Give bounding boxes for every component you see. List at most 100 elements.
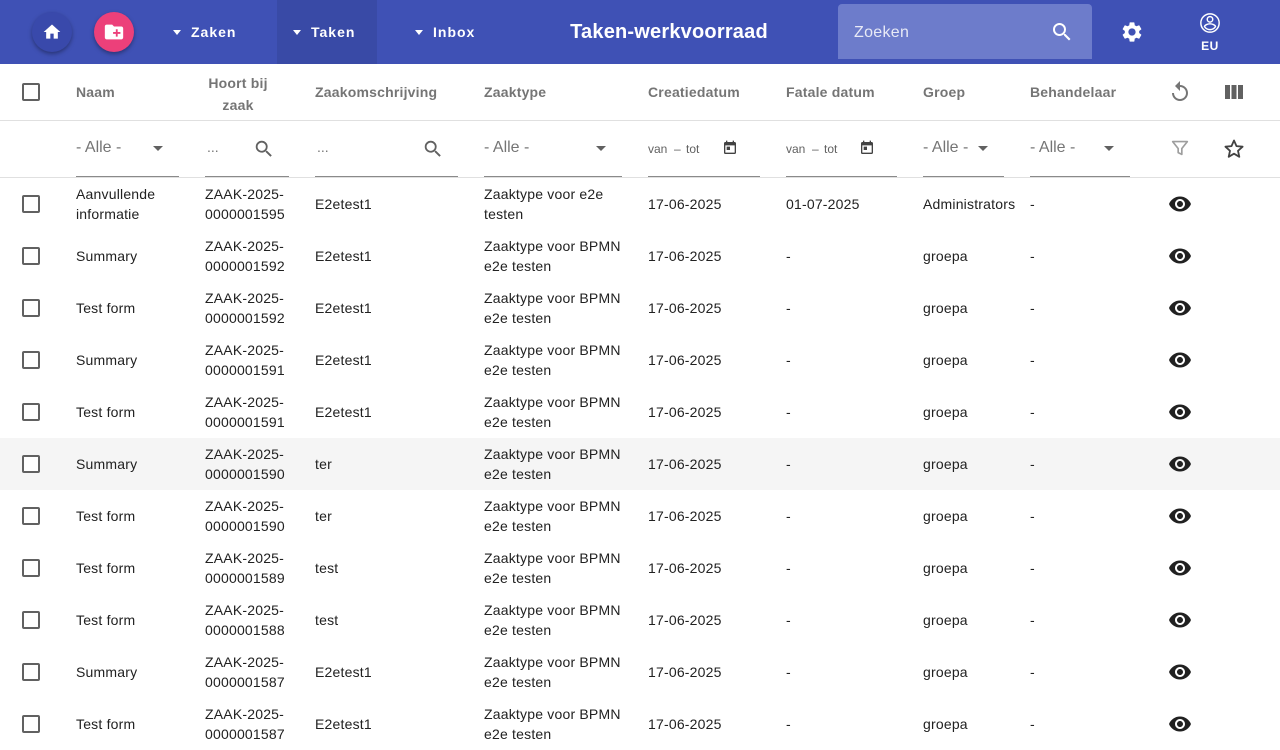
eye-icon[interactable] [1168, 192, 1192, 216]
filter-creatiedatum-range[interactable]: van – tot [648, 120, 760, 177]
column-header-creatiedatum[interactable]: Creatiedatum [648, 84, 740, 100]
filter-icon[interactable] [1169, 137, 1191, 159]
eye-icon[interactable] [1168, 712, 1192, 736]
column-header-behandelaar[interactable]: Behandelaar [1030, 84, 1116, 100]
cell-behandelaar: - [1030, 560, 1035, 576]
cell-line: Zaaktype voor BPMN [484, 654, 621, 670]
nav-menu-inbox[interactable]: Inbox [399, 0, 515, 64]
cell-line: 0000001590 [205, 466, 285, 482]
cell-naam: Test form [76, 558, 196, 578]
table-row[interactable]: Summary ZAAK-2025- 0000001592 E2etest1 Zaakt… [0, 230, 1280, 282]
cell-line: e2e testen [484, 310, 552, 326]
row-checkbox[interactable] [22, 663, 40, 681]
column-header-line: Hoort bij [208, 75, 268, 91]
cell-zaak[interactable]: ZAAK-2025- 0000001595 [205, 184, 285, 224]
filter-behandelaar-select[interactable]: - Alle - [1030, 120, 1130, 177]
cell-line: ZAAK-2025- [205, 550, 285, 566]
cell-zaak[interactable]: ZAAK-2025- 0000001587 [205, 704, 285, 744]
row-checkbox[interactable] [22, 455, 40, 473]
row-checkbox[interactable] [22, 299, 40, 317]
cell-line: e2e testen [484, 258, 552, 274]
nav-menu-taken[interactable]: Taken [277, 0, 377, 64]
column-header-naam[interactable]: Naam [76, 84, 115, 100]
reset-icon[interactable] [1168, 80, 1192, 104]
cell-line: Aanvullende [76, 186, 156, 202]
filter-omschrijving-input[interactable] [315, 138, 405, 156]
table-row[interactable]: Test form ZAAK-2025- 0000001588 test Zaaktyp… [0, 594, 1280, 646]
eye-icon[interactable] [1168, 452, 1192, 476]
cell-zaak[interactable]: ZAAK-2025- 0000001592 [205, 236, 285, 276]
column-header-zaaktype[interactable]: Zaaktype [484, 84, 546, 100]
caret-down-icon [173, 29, 181, 35]
table-row[interactable]: Test form ZAAK-2025- 0000001590 ter Zaaktype… [0, 490, 1280, 542]
select-all-checkbox[interactable] [22, 83, 40, 101]
cell-line: ZAAK-2025- [205, 498, 285, 514]
eye-icon[interactable] [1168, 296, 1192, 320]
row-checkbox[interactable] [22, 559, 40, 577]
eye-icon[interactable] [1168, 504, 1192, 528]
cell-zaak[interactable]: ZAAK-2025- 0000001588 [205, 600, 285, 640]
filter-row: - Alle - - Alle - van – tot van – tot - … [0, 120, 1280, 178]
cell-line: e2e testen [484, 674, 552, 690]
cell-zaak[interactable]: ZAAK-2025- 0000001591 [205, 392, 285, 432]
filter-groep-select[interactable]: - Alle - [923, 120, 1004, 177]
eye-icon[interactable] [1168, 660, 1192, 684]
table-row[interactable]: Test form ZAAK-2025- 0000001591 E2etest1 Zaa… [0, 386, 1280, 438]
cell-zaak[interactable]: ZAAK-2025- 0000001589 [205, 548, 285, 588]
row-checkbox[interactable] [22, 403, 40, 421]
eye-icon[interactable] [1168, 556, 1192, 580]
row-checkbox[interactable] [22, 195, 40, 213]
cell-zaak[interactable]: ZAAK-2025- 0000001590 [205, 444, 285, 484]
search-icon[interactable] [253, 138, 275, 160]
cell-zaak[interactable]: ZAAK-2025- 0000001590 [205, 496, 285, 536]
eye-icon[interactable] [1168, 348, 1192, 372]
new-case-button[interactable] [94, 12, 134, 52]
column-header-zaakomschrijving[interactable]: Zaakomschrijving [315, 84, 437, 100]
column-header-groep[interactable]: Groep [923, 84, 965, 100]
row-checkbox[interactable] [22, 611, 40, 629]
table-row[interactable]: Test form ZAAK-2025- 0000001592 E2etest1 Zaa… [0, 282, 1280, 334]
eye-icon[interactable] [1168, 244, 1192, 268]
table-row[interactable]: Summary ZAAK-2025- 0000001587 E2etest1 Zaakt… [0, 646, 1280, 698]
view-column-icon[interactable] [1222, 80, 1246, 104]
cell-line: Zaaktype voor BPMN [484, 342, 621, 358]
column-header-hoort-bij-zaak[interactable]: Hoort bij zaak [200, 72, 276, 116]
cell-line: Zaaktype voor BPMN [484, 290, 621, 306]
table-row[interactable]: Test form ZAAK-2025- 0000001589 test Zaaktyp… [0, 542, 1280, 594]
user-menu[interactable]: EU [1190, 12, 1230, 53]
cell-zaakomschrijving: E2etest1 [315, 664, 372, 680]
table-row[interactable]: Summary ZAAK-2025- 0000001591 E2etest1 Zaakt… [0, 334, 1280, 386]
filter-fatale-datum-range[interactable]: van – tot [786, 120, 897, 177]
calendar-icon[interactable] [859, 139, 875, 157]
star-icon[interactable] [1222, 137, 1246, 161]
row-checkbox[interactable] [22, 247, 40, 265]
gear-icon[interactable] [1120, 20, 1144, 44]
cell-behandelaar: - [1030, 456, 1035, 472]
search-icon[interactable] [422, 138, 444, 160]
column-header-fatale-datum[interactable]: Fatale datum [786, 84, 875, 100]
search-box [838, 4, 1092, 61]
row-checkbox[interactable] [22, 507, 40, 525]
nav-menu-zaken[interactable]: Zaken [157, 0, 273, 64]
filter-zaak-input[interactable] [205, 138, 260, 156]
row-checkbox[interactable] [22, 351, 40, 369]
home-button[interactable] [32, 12, 72, 52]
row-checkbox[interactable] [22, 715, 40, 733]
cell-zaak[interactable]: ZAAK-2025- 0000001591 [205, 340, 285, 380]
filter-zaaktype-select[interactable]: - Alle - [484, 120, 622, 177]
cell-zaakomschrijving: test [315, 612, 339, 628]
eye-icon[interactable] [1168, 608, 1192, 632]
filter-value: - Alle - [1030, 139, 1076, 156]
filter-value: - Alle - [484, 139, 530, 156]
cell-zaak[interactable]: ZAAK-2025- 0000001592 [205, 288, 285, 328]
calendar-icon[interactable] [722, 139, 738, 157]
cell-zaak[interactable]: ZAAK-2025- 0000001587 [205, 652, 285, 692]
table-row[interactable]: Test form ZAAK-2025- 0000001587 E2etest1 Zaa… [0, 698, 1280, 750]
eye-icon[interactable] [1168, 400, 1192, 424]
table-header: Naam Hoort bij zaak Zaakomschrijving Zaa… [0, 64, 1280, 121]
search-icon[interactable] [1050, 20, 1074, 44]
table-row[interactable]: Summary ZAAK-2025- 0000001590 ter Zaaktype v… [0, 438, 1280, 490]
filter-naam-select[interactable]: - Alle - [76, 120, 179, 177]
table-row[interactable]: Aanvullende informatie ZAAK-2025- 000000159… [0, 178, 1280, 230]
search-input[interactable] [852, 4, 1046, 61]
